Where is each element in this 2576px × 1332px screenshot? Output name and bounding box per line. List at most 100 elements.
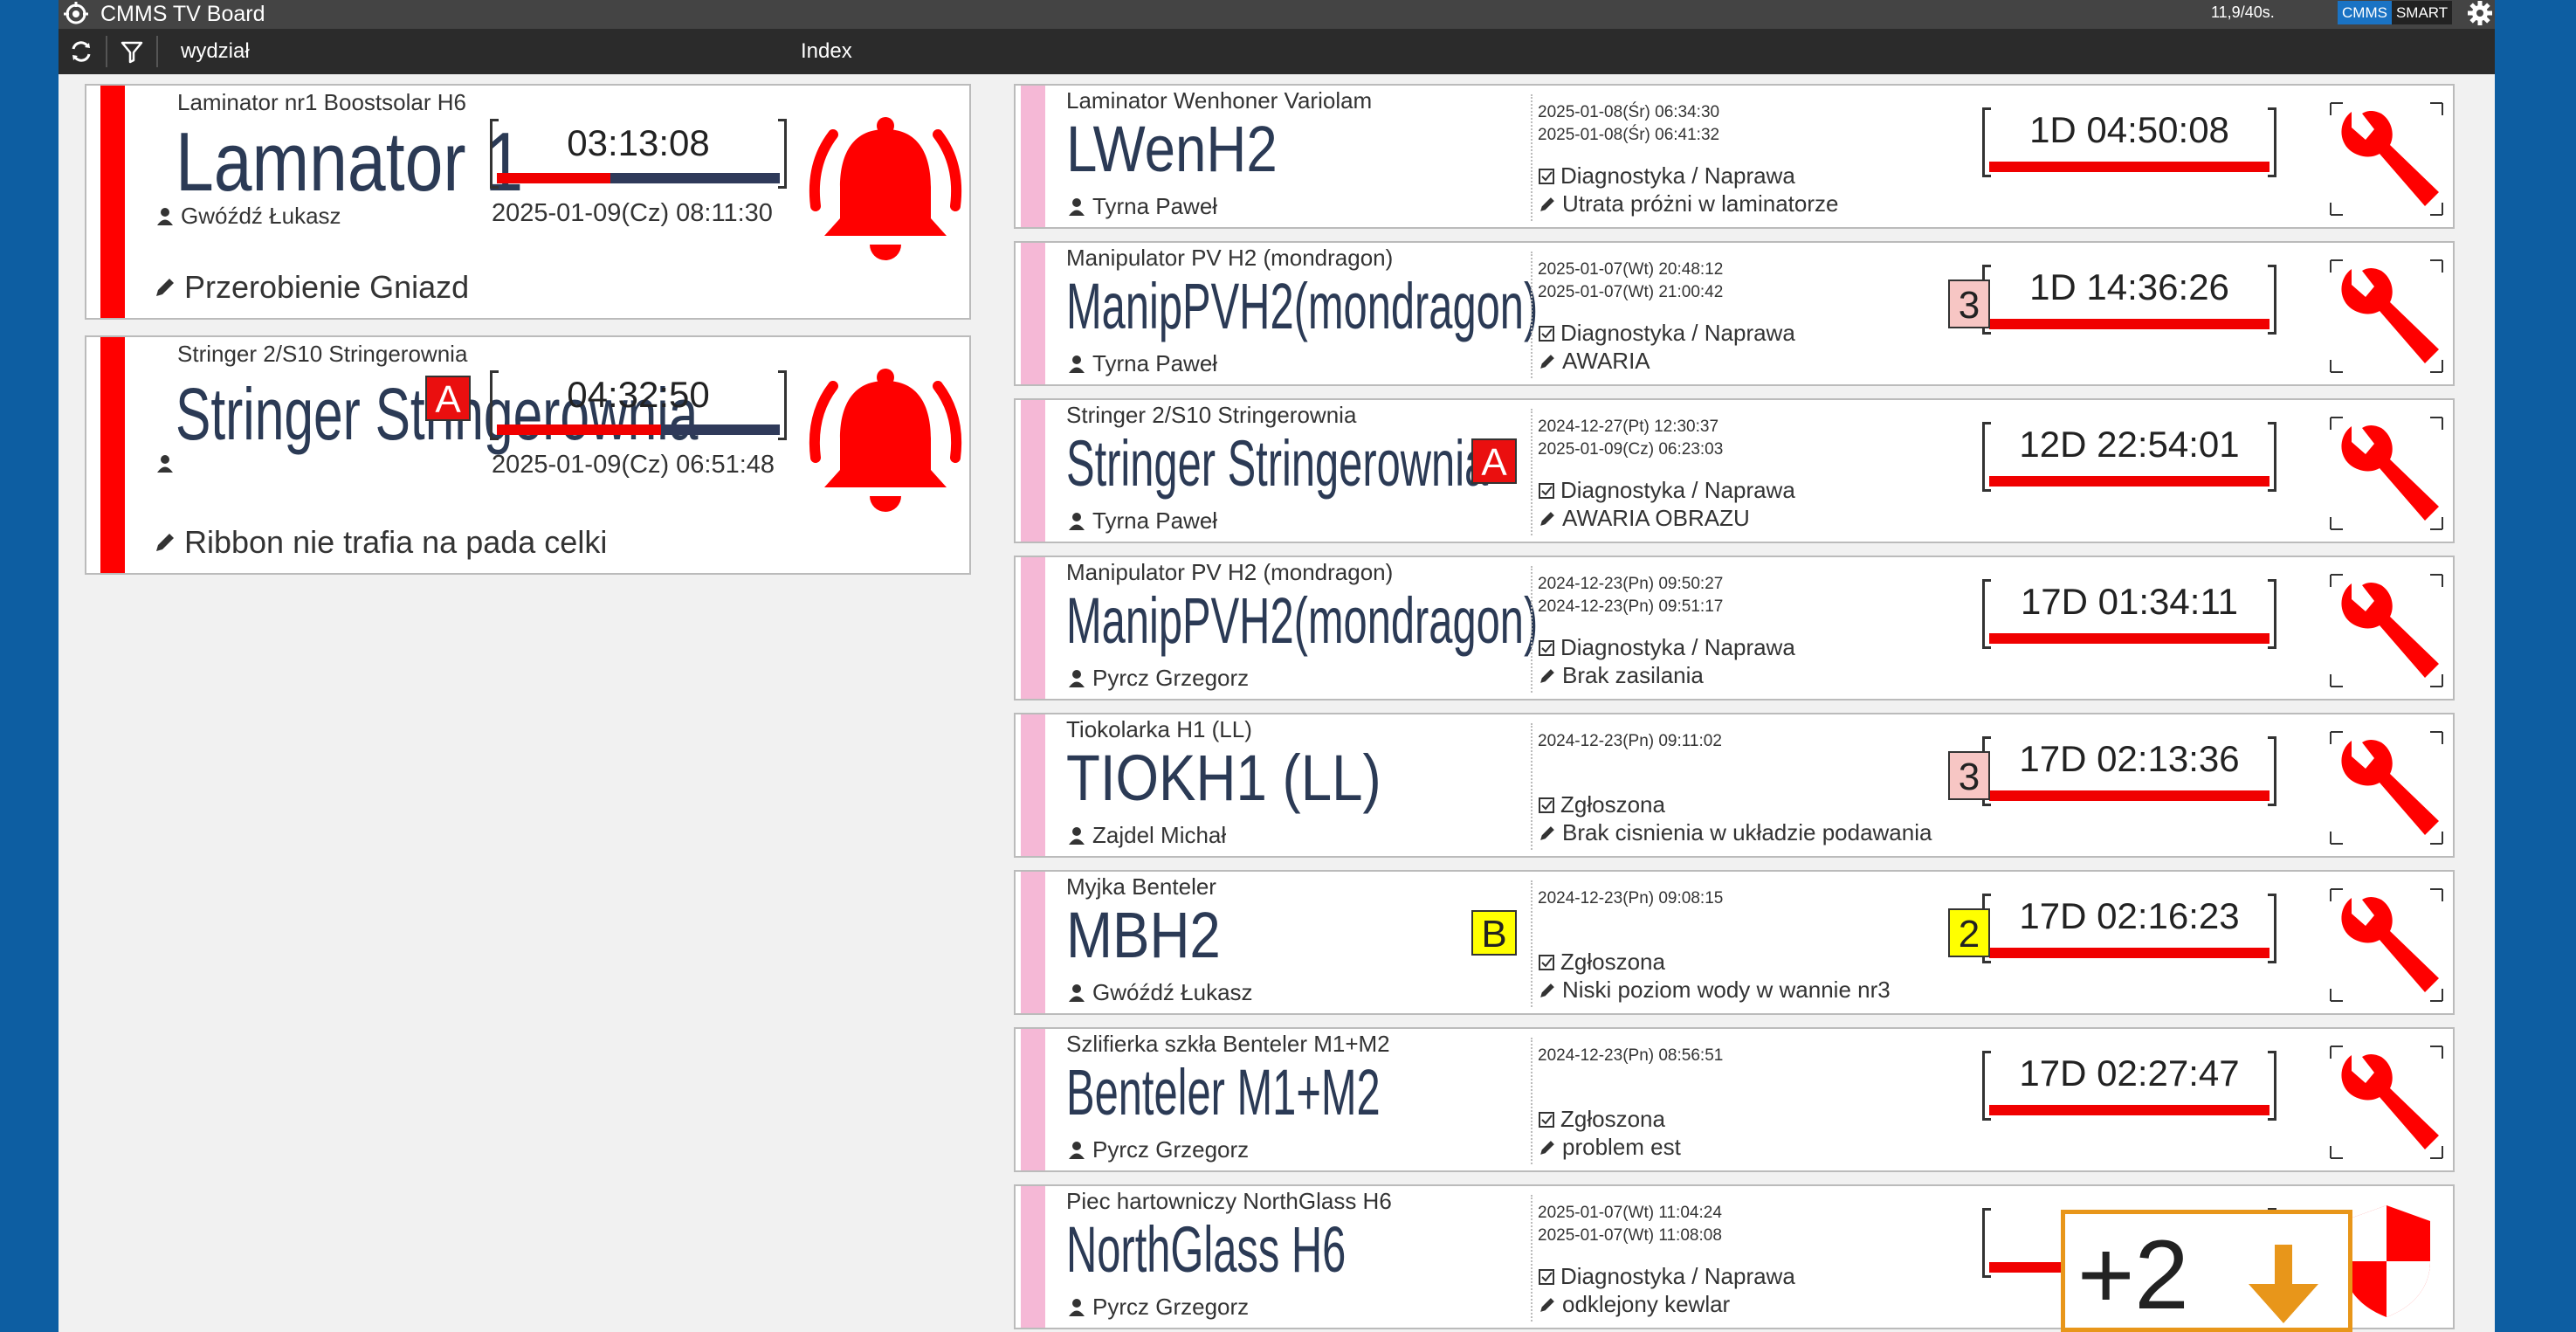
pencil-icon	[156, 279, 174, 296]
work-order-card[interactable]: Tiokolarka H1 (LL) TIOKH1 (LL) Zajdel Mi…	[1014, 713, 2455, 858]
department-filter[interactable]: wydział	[181, 29, 250, 74]
timer-value: 03:13:08	[567, 122, 710, 163]
work-status: Diagnostyka / Naprawa	[1538, 634, 1795, 661]
task-description: Przerobienie Gniazd	[153, 269, 469, 306]
status-strip	[1021, 1029, 1045, 1170]
gear-icon[interactable]	[2467, 0, 2493, 26]
pencil-icon	[1540, 1140, 1554, 1155]
pencil-icon	[1540, 197, 1554, 211]
pencil-icon	[1540, 511, 1554, 526]
task-text: Ribbon nie trafia na pada celki	[184, 524, 608, 560]
timer-value: 17D 02:16:23	[2019, 895, 2240, 936]
date-reported: 2024-12-23(Pn) 09:08:15	[1538, 889, 1724, 908]
elapsed-timer: 12D 22:54:01	[1982, 422, 2276, 492]
bell-icon	[809, 117, 962, 260]
pencil-icon	[1540, 1297, 1554, 1312]
dates: 2024-12-23(Pn) 09:11:02	[1538, 730, 1722, 753]
refresh-button[interactable]	[59, 31, 104, 72]
status-text: Diagnostyka / Naprawa	[1560, 634, 1795, 660]
status-text: Diagnostyka / Naprawa	[1560, 477, 1795, 503]
checkbox-icon	[1539, 168, 1554, 184]
assignee-name: Pyrcz Grzegorz	[1092, 1294, 1250, 1320]
bell-icon	[809, 369, 962, 512]
alarm-card[interactable]: Stringer 2/S10 Stringerownia Stringer St…	[85, 335, 971, 575]
date-reported: 2025-01-07(Wt) 11:04:24	[1538, 1204, 1722, 1222]
checkbox-icon	[1539, 325, 1554, 342]
assignee-name: Tyrna Paweł	[1092, 507, 1218, 534]
occurrence-count-badge: 3	[1948, 751, 1990, 800]
elapsed-timer: 1D 04:50:08	[1982, 107, 2276, 177]
work-order-card[interactable]: Myjka Benteler MBH2 Gwóźdź Łukasz 2024-1…	[1014, 870, 2455, 1015]
timer-value: 1D 04:50:08	[2029, 109, 2229, 150]
brand-logo: CMMS SMART	[2338, 1, 2453, 24]
timer-value: 1D 14:36:26	[2029, 266, 2229, 307]
assignee: Pyrcz Grzegorz	[1068, 665, 1249, 692]
date-started: 2025-01-09(Cz) 06:23:03	[1538, 440, 1724, 459]
assignee-name: Gwóźdź Łukasz	[1092, 979, 1253, 1005]
app-title: CMMS TV Board	[100, 2, 265, 26]
work-order-card[interactable]: Manipulator PV H2 (mondragon) ManipPVH2(…	[1014, 556, 2455, 701]
machine-name: ManipPVH2(mondragon)	[1066, 584, 1539, 657]
work-order-card[interactable]: Manipulator PV H2 (mondragon) ManipPVH2(…	[1014, 241, 2455, 386]
refresh-counter: 11,9/40s.	[2211, 3, 2275, 21]
task-description: odklejony kewlar	[1538, 1291, 1730, 1318]
task-text: Utrata próżni w laminatorze	[1562, 190, 1839, 217]
work-status: Zgłoszona	[1538, 791, 1665, 818]
work-order-card[interactable]: Laminator Wenhoner Variolam LWenH2 Tyrna…	[1014, 84, 2455, 229]
column-divider	[1531, 566, 1533, 693]
machine-name: Stringer Stringerownia	[1066, 427, 1489, 500]
date-reported: 2025-01-07(Wt) 20:48:12	[1538, 260, 1724, 279]
date-started: 2025-01-07(Wt) 11:08:08	[1538, 1226, 1722, 1245]
pencil-icon	[1540, 354, 1554, 369]
machine-name: MBH2	[1066, 899, 1221, 971]
more-count: +2	[2077, 1220, 2189, 1329]
column-divider	[1531, 252, 1533, 378]
status-text: Zgłoszona	[1560, 949, 1665, 975]
machine-description: Laminator nr1 Boostsolar H6	[177, 89, 466, 115]
pencil-icon	[1540, 668, 1554, 683]
person-icon	[157, 207, 173, 225]
assignee: Pyrcz Grzegorz	[1068, 1294, 1249, 1321]
progress-bar	[1989, 1105, 2269, 1115]
work-status: Diagnostyka / Naprawa	[1538, 320, 1795, 347]
task-text: problem est	[1562, 1134, 1681, 1160]
dates: 2025-01-07(Wt) 11:04:24 2025-01-07(Wt) 1…	[1538, 1202, 1722, 1247]
status-text: Zgłoszona	[1560, 1106, 1665, 1132]
arrow-down-icon	[2249, 1245, 2318, 1323]
status-strip	[1021, 557, 1045, 699]
status-strip	[100, 86, 125, 318]
machine-name: TIOKH1 (LL)	[1066, 742, 1381, 814]
more-items-indicator[interactable]: +2	[2061, 1210, 2352, 1332]
status-text: Diagnostyka / Naprawa	[1560, 1263, 1795, 1289]
machine-description: Myjka Benteler	[1066, 873, 1216, 900]
elapsed-timer: 04:32:50	[490, 370, 787, 440]
status-text: Zgłoszona	[1560, 791, 1665, 818]
status-strip	[1021, 243, 1045, 384]
work-order-card[interactable]: Stringer 2/S10 Stringerownia Stringer St…	[1014, 398, 2455, 543]
task-description: AWARIA	[1538, 348, 1650, 375]
priority-badge: B	[1471, 910, 1517, 956]
wrench-icon	[2330, 259, 2443, 373]
machine-name: Benteler M1+M2	[1066, 1056, 1381, 1128]
status-text: Diagnostyka / Naprawa	[1560, 320, 1795, 346]
pencil-icon	[1540, 825, 1554, 840]
task-description: AWARIA OBRAZU	[1538, 505, 1750, 532]
person-icon	[1069, 669, 1085, 687]
wrench-icon	[2330, 888, 2443, 1002]
person-icon	[1069, 1298, 1085, 1316]
task-description: Brak cisnienia w układzie podawania	[1538, 819, 1932, 846]
alarm-card[interactable]: Laminator nr1 Boostsolar H6 Lamnator 1 G…	[85, 84, 971, 320]
assignee-name: Zajdel Michał	[1092, 822, 1227, 848]
machine-description: Manipulator PV H2 (mondragon)	[1066, 245, 1394, 271]
brand-part-2: SMART	[2391, 1, 2453, 24]
elapsed-timer: 17D 02:27:47	[1982, 1051, 2276, 1121]
machine-description: Stringer 2/S10 Stringerownia	[177, 341, 468, 367]
date-reported: 2024-12-23(Pn) 09:50:27	[1538, 575, 1724, 593]
date-started: 2025-01-07(Wt) 21:00:42	[1538, 283, 1724, 301]
filter-button[interactable]	[109, 31, 155, 72]
view-title: Index	[801, 39, 852, 63]
wrench-icon	[2330, 574, 2443, 687]
person-icon	[1069, 826, 1085, 845]
work-order-card[interactable]: Szlifierka szkła Benteler M1+M2 Benteler…	[1014, 1027, 2455, 1172]
progress-bar	[1989, 162, 2269, 172]
